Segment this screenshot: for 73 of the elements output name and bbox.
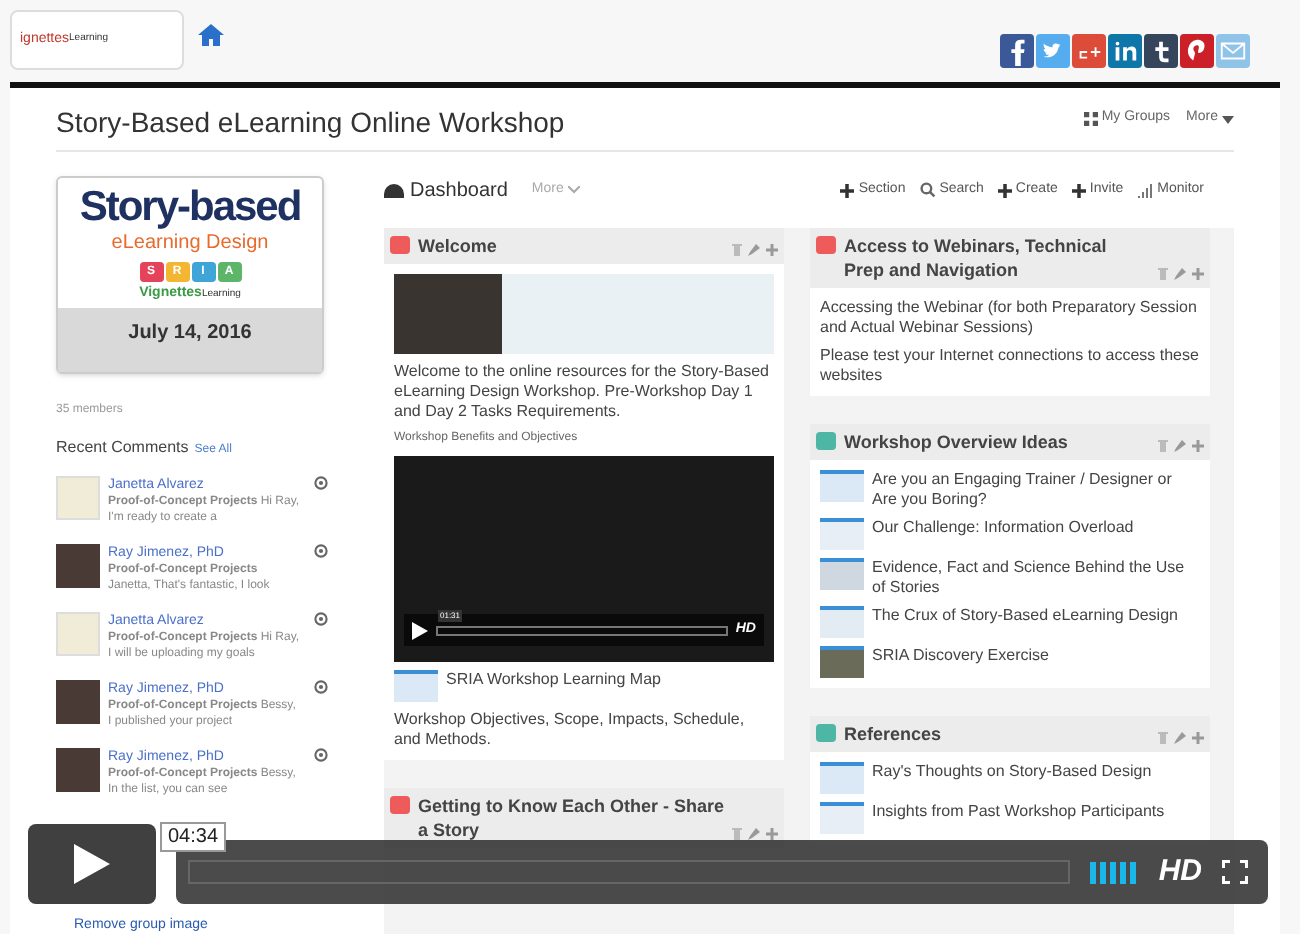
bar-chart-icon [1137, 183, 1154, 197]
pencil-icon [1174, 268, 1186, 280]
pencil-icon [1174, 440, 1186, 452]
thumbnail-placeholder [820, 558, 864, 590]
social-share-icon[interactable] [1000, 34, 1034, 68]
section-link[interactable]: Ray's Thoughts on Story-Based Design [872, 762, 1152, 782]
section-title: Getting to Know Each Other - Share a Story [418, 794, 724, 842]
paragraph: Accessing the Webinar (for both Preparatory Session and Actual Webinar Sessions) [820, 298, 1199, 338]
play-button[interactable] [28, 824, 156, 904]
plus-icon [766, 244, 778, 256]
gear-icon [314, 476, 328, 490]
section-title: Workshop Overview Ideas [844, 430, 1070, 454]
section-title: Welcome [418, 234, 499, 258]
section-link[interactable]: SRIA Workshop Learning Map [446, 670, 661, 690]
hd-button[interactable]: HD [1158, 849, 1202, 895]
photo-placeholder [56, 748, 100, 792]
chevron-down-icon [567, 186, 580, 194]
paragraph: Please test your Internet connections to access these websites [820, 346, 1200, 386]
plus-icon [1192, 268, 1204, 280]
dashboard-title: Dashboard [410, 177, 508, 205]
photo-placeholder [56, 544, 100, 588]
play-icon [412, 621, 428, 639]
plus-icon [997, 183, 1012, 197]
volume-icon [1090, 861, 1139, 883]
pencil-icon [1174, 732, 1186, 744]
progress-track[interactable] [188, 860, 1071, 884]
thumbnail-placeholder [820, 470, 864, 502]
social-share-icon[interactable] [1144, 34, 1178, 68]
gear-icon [314, 680, 328, 694]
caret-icon [1222, 115, 1234, 123]
section-title: Access to Webinars, Technical Prep and Navigation [844, 234, 1109, 282]
thumbnail-placeholder [820, 518, 864, 550]
banner-subtitle: eLearning Design [111, 232, 269, 256]
section-link[interactable]: Are you an Engaging Trainer / Designer or Are you Boring? [872, 470, 1200, 510]
pencil-icon [748, 244, 760, 256]
section-link[interactable]: The Crux of Story-Based eLearning Design [872, 606, 1178, 626]
thumbnail-placeholder [820, 802, 864, 834]
section-link[interactable]: Our Challenge: Information Overload [872, 518, 1134, 538]
paragraph: Workshop Objectives, Scope, Impacts, Schedule, and Methods. [394, 710, 747, 750]
fullscreen-icon [1222, 860, 1248, 884]
plus-icon [840, 183, 855, 197]
section-title: References [844, 722, 944, 746]
social-share-icon[interactable] [1072, 34, 1106, 68]
time-tooltip: 04:34 [160, 822, 227, 852]
section-link[interactable]: Evidence, Fact and Science Behind the Use of Stories [872, 558, 1200, 598]
cartoon-avatar [56, 612, 100, 656]
thumbnail-placeholder [820, 762, 864, 794]
social-share-icon[interactable] [1180, 34, 1214, 68]
thumbnail-placeholder [820, 646, 864, 678]
search-icon [919, 182, 936, 198]
cartoon-avatar [56, 476, 100, 520]
group-title: Story-Based eLearning Online Workshop [56, 103, 565, 142]
banner-date: July 14, 2016 [58, 308, 322, 372]
thumbnail-placeholder [820, 606, 864, 638]
plus-icon [1071, 183, 1086, 197]
grid-icon [1083, 112, 1098, 126]
plus-icon [766, 828, 778, 840]
section-link[interactable]: SRIA Discovery Exercise [872, 646, 1049, 666]
paragraph: Welcome to the online resources for the Story-Based eLearning Design Workshop. Pre-Workshop Day 1 and Day 2 Tasks Requirements. [394, 362, 771, 422]
photo-placeholder [56, 680, 100, 724]
photo-placeholder [394, 274, 502, 354]
plus-icon [1192, 440, 1204, 452]
play-icon [74, 844, 110, 884]
home-icon [198, 24, 224, 46]
thumbnail-placeholder [394, 670, 438, 702]
gear-icon [314, 544, 328, 558]
gear-icon [314, 612, 328, 626]
section-heading: Recent Comments [56, 436, 189, 460]
banner-title: Story-based [79, 184, 301, 232]
gear-icon [314, 748, 328, 762]
social-share-icon[interactable] [1108, 34, 1142, 68]
plus-icon [1192, 732, 1204, 744]
section-link[interactable]: Insights from Past Workshop Participants [872, 802, 1165, 822]
